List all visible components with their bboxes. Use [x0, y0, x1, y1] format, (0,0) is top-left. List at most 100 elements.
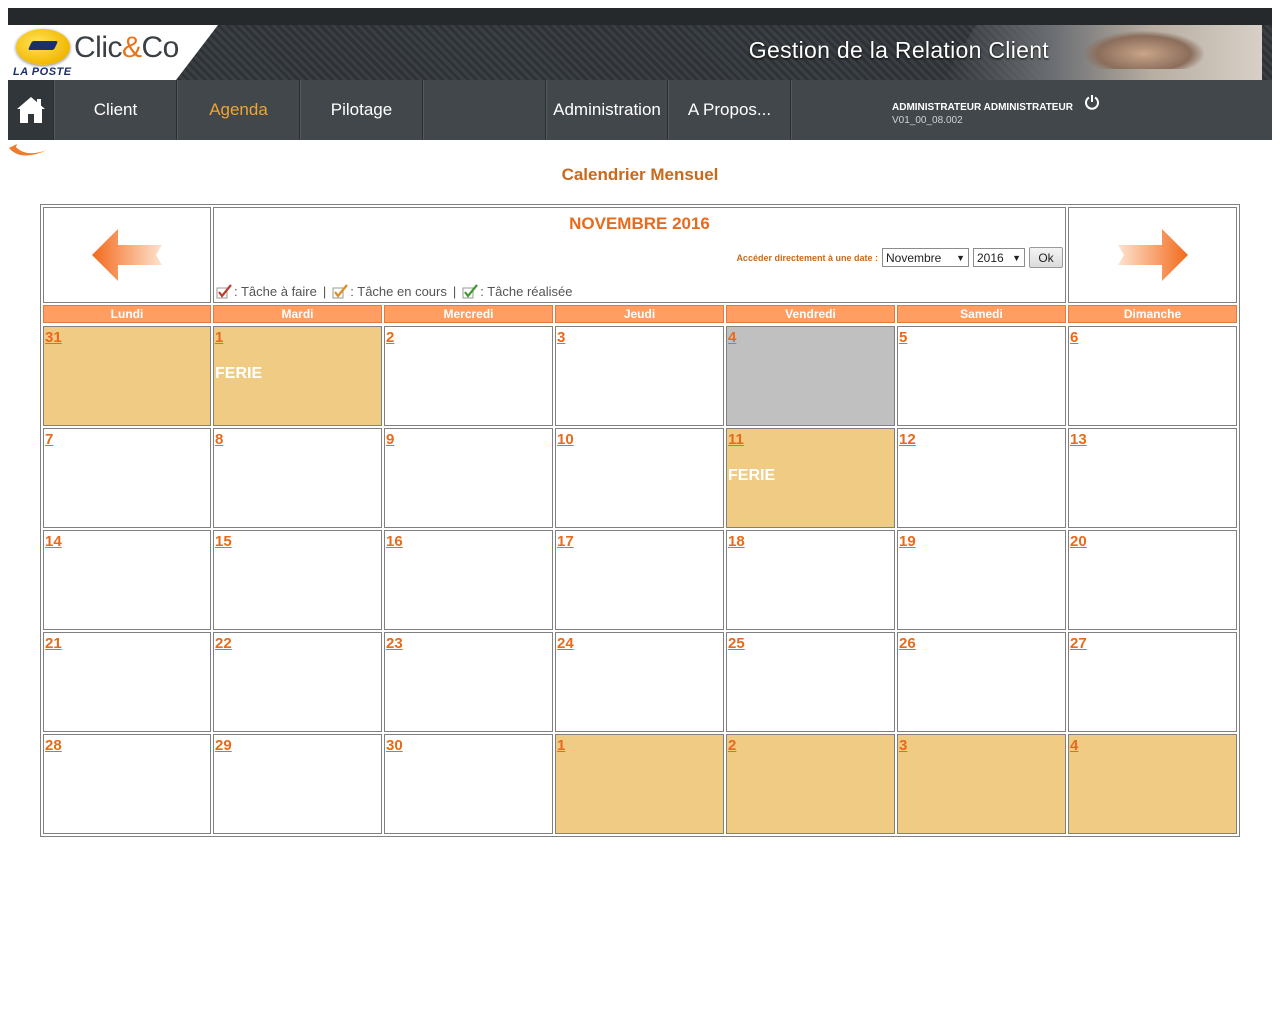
day-cell[interactable]: 3 [555, 326, 724, 426]
day-cell[interactable]: 15 [213, 530, 382, 630]
day-cell[interactable]: 21 [43, 632, 211, 732]
day-cell[interactable]: 2 [726, 734, 895, 834]
day-cell[interactable]: 13 [1068, 428, 1237, 528]
day-number-link[interactable]: 4 [728, 329, 736, 346]
day-cell[interactable]: 28 [43, 734, 211, 834]
nav-pilotage[interactable]: Pilotage [300, 80, 423, 140]
day-number-link[interactable]: 19 [899, 533, 916, 550]
home-button[interactable] [8, 80, 54, 140]
day-cell[interactable]: 16 [384, 530, 553, 630]
nav-client[interactable]: Client [54, 80, 177, 140]
day-number-link[interactable]: 2 [386, 329, 394, 346]
day-number-link[interactable]: 7 [45, 431, 53, 448]
nav-a-propos[interactable]: A Propos... [668, 80, 791, 140]
day-number-link[interactable]: 28 [45, 737, 62, 754]
day-number-link[interactable]: 9 [386, 431, 394, 448]
day-cell[interactable]: 8 [213, 428, 382, 528]
day-cell[interactable]: 6 [1068, 326, 1237, 426]
user-name: ADMINISTRATEUR ADMINISTRATEUR [892, 102, 1073, 113]
day-number-link[interactable]: 6 [1070, 329, 1078, 346]
power-icon[interactable] [1084, 94, 1100, 110]
day-number-link[interactable]: 3 [899, 737, 907, 754]
day-number-link[interactable]: 31 [45, 329, 62, 346]
day-cell[interactable]: 3 [897, 734, 1066, 834]
app-root: Clic&Co LA POSTE Gestion de la Relation … [0, 0, 1280, 1024]
day-number-link[interactable]: 5 [899, 329, 907, 346]
day-number-link[interactable]: 8 [215, 431, 223, 448]
day-number-link[interactable]: 24 [557, 635, 574, 652]
day-cell[interactable]: 30 [384, 734, 553, 834]
app-version: V01_00_08.002 [892, 115, 963, 126]
page-title: Calendrier Mensuel [561, 165, 719, 184]
day-cell[interactable]: 7 [43, 428, 211, 528]
day-cell[interactable]: 23 [384, 632, 553, 732]
day-number-link[interactable]: 1 [215, 329, 223, 346]
day-number-link[interactable]: 30 [386, 737, 403, 754]
day-number-link[interactable]: 14 [45, 533, 62, 550]
day-number-link[interactable]: 26 [899, 635, 916, 652]
day-cell[interactable]: 22 [213, 632, 382, 732]
nav-agenda[interactable]: Agenda [177, 80, 300, 140]
day-cell[interactable]: 2 [384, 326, 553, 426]
day-number-link[interactable]: 16 [386, 533, 403, 550]
year-select[interactable]: 2016 ▼ [973, 248, 1025, 267]
day-cell[interactable]: 20 [1068, 530, 1237, 630]
prev-month-cell[interactable] [43, 207, 211, 303]
day-number-link[interactable]: 21 [45, 635, 62, 652]
day-cell[interactable]: 18 [726, 530, 895, 630]
next-month-cell[interactable] [1068, 207, 1237, 303]
day-cell[interactable]: 11 FERIE [726, 428, 895, 528]
task-legend: : Tâche à faire | : Tâche en cours | : T… [216, 284, 573, 299]
day-cell[interactable]: 31 [43, 326, 211, 426]
day-cell[interactable]: 1 FERIE [213, 326, 382, 426]
day-number-link[interactable]: 12 [899, 431, 916, 448]
day-number-link[interactable]: 17 [557, 533, 574, 550]
day-number-link[interactable]: 1 [557, 737, 565, 754]
nav-administration[interactable]: Administration [546, 80, 668, 140]
arrow-right-icon[interactable] [1116, 227, 1190, 283]
day-cell[interactable]: 27 [1068, 632, 1237, 732]
legend-done: : Tâche réalisée [480, 284, 573, 299]
day-cell[interactable]: 4 [1068, 734, 1237, 834]
day-cell[interactable]: 25 [726, 632, 895, 732]
year-select-value: 2016 [977, 250, 1004, 265]
day-number-link[interactable]: 20 [1070, 533, 1087, 550]
weekday-lundi: Lundi [43, 305, 211, 323]
day-number-link[interactable]: 25 [728, 635, 745, 652]
day-cell[interactable]: 14 [43, 530, 211, 630]
day-number-link[interactable]: 11 [728, 431, 744, 448]
day-cell[interactable]: 5 [897, 326, 1066, 426]
day-number-link[interactable]: 13 [1070, 431, 1087, 448]
day-cell[interactable]: 9 [384, 428, 553, 528]
day-cell[interactable]: 17 [555, 530, 724, 630]
day-number-link[interactable]: 23 [386, 635, 403, 652]
arrow-left-icon[interactable] [90, 227, 164, 283]
day-number-link[interactable]: 22 [215, 635, 232, 652]
day-cell[interactable]: 26 [897, 632, 1066, 732]
day-cell[interactable]: 12 [897, 428, 1066, 528]
dropdown-caret-icon: ▼ [956, 252, 965, 263]
month-select[interactable]: Novembre ▼ [882, 248, 969, 267]
day-cell[interactable]: 29 [213, 734, 382, 834]
day-cell[interactable]: 10 [555, 428, 724, 528]
day-number-link[interactable]: 2 [728, 737, 736, 754]
goto-date-row: Accéder directement à une date : Novembr… [736, 247, 1063, 268]
day-cell[interactable]: 4 [726, 326, 895, 426]
day-number-link[interactable]: 4 [1070, 737, 1078, 754]
day-number-link[interactable]: 10 [557, 431, 574, 448]
day-cell[interactable]: 1 [555, 734, 724, 834]
day-number-link[interactable]: 27 [1070, 635, 1087, 652]
day-cell[interactable]: 24 [555, 632, 724, 732]
legend-todo: : Tâche à faire [234, 284, 317, 299]
weekday-vendredi: Vendredi [726, 305, 895, 323]
weekday-jeudi: Jeudi [555, 305, 724, 323]
back-swoosh-icon[interactable] [7, 142, 49, 164]
logo[interactable]: Clic&Co LA POSTE [8, 25, 218, 80]
day-cell[interactable]: 19 [897, 530, 1066, 630]
day-number-link[interactable]: 15 [215, 533, 232, 550]
day-number-link[interactable]: 18 [728, 533, 745, 550]
ok-button[interactable]: Ok [1029, 247, 1063, 268]
day-number-link[interactable]: 29 [215, 737, 232, 754]
month-header-cell: NOVEMBRE 2016 Accéder directement à une … [213, 207, 1066, 303]
day-number-link[interactable]: 3 [557, 329, 565, 346]
